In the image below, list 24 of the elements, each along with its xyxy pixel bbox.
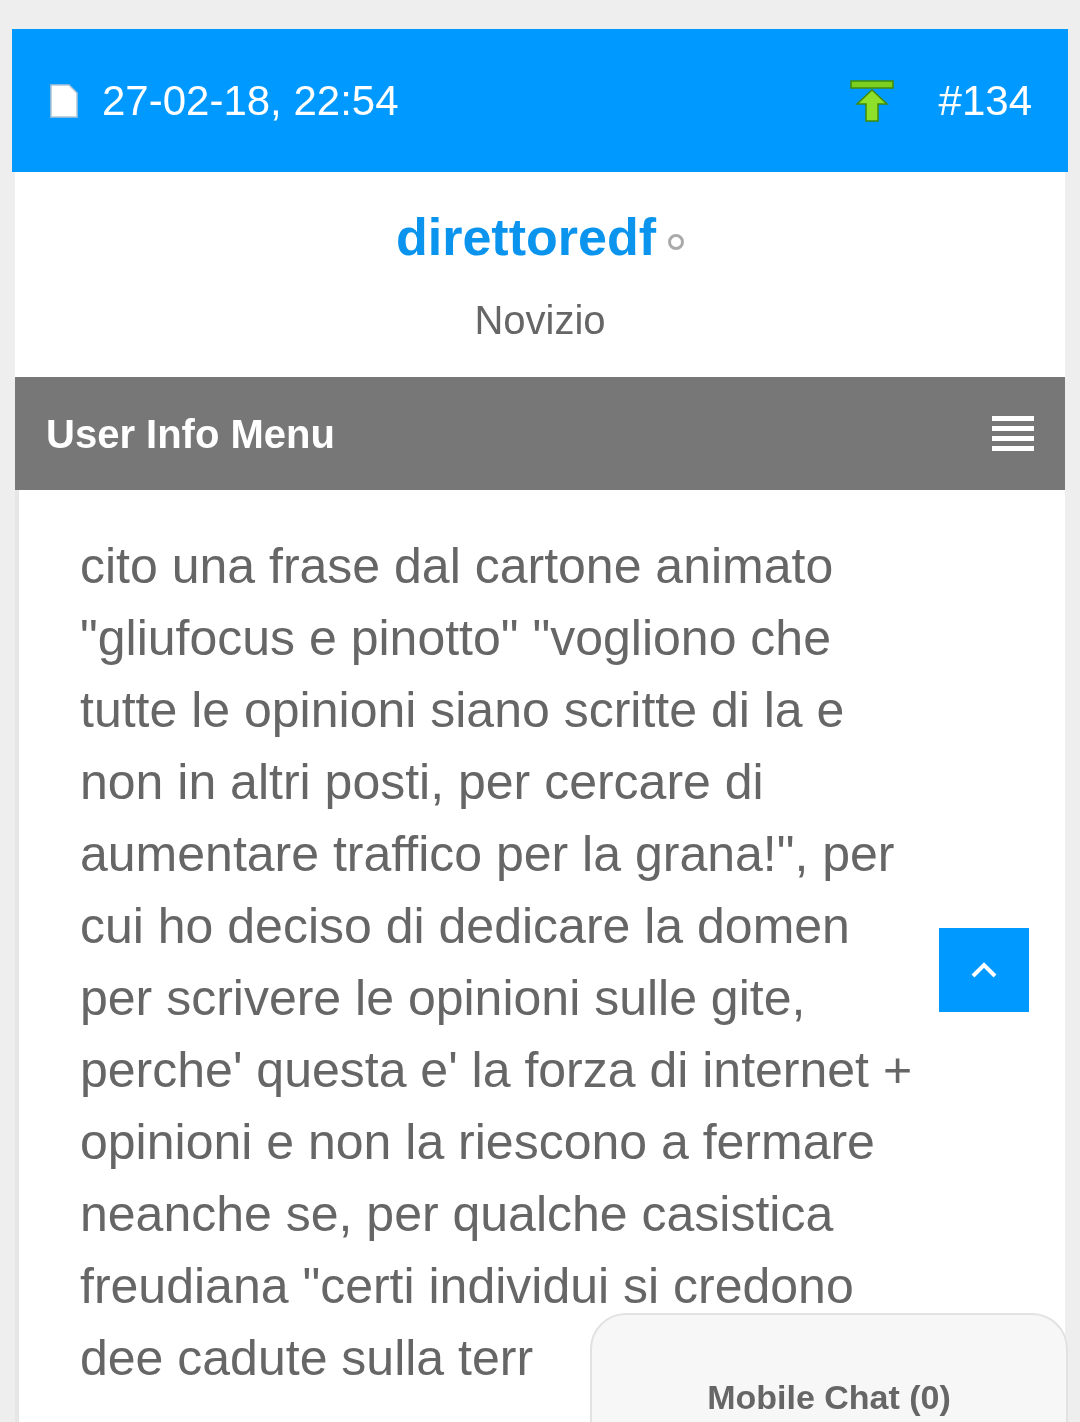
- post-number[interactable]: #134: [938, 69, 1032, 132]
- post-text-line: cito una frase dal cartone animato: [80, 537, 834, 596]
- post-text-line: dee cadute sulla terr: [80, 1329, 534, 1388]
- post-text-line: freudiana "certi individui si credono: [80, 1257, 854, 1316]
- menu-title: User Info Menu: [46, 410, 335, 458]
- post-text-line: non in altri posti, per cercare di: [80, 753, 764, 812]
- post-text-line: opinioni e non la riescono a fermare: [80, 1113, 875, 1172]
- post-text-line: "gliufocus e pinotto" "vogliono che: [80, 609, 831, 668]
- menu-icon[interactable]: [992, 415, 1034, 452]
- chevron-up-icon: [970, 961, 998, 979]
- user-info-menu-bar[interactable]: User Info Menu: [15, 377, 1065, 490]
- post-text-line: cui ho deciso di dedicare la domen: [80, 897, 850, 956]
- post-date: 27-02-18, 22:54: [102, 76, 399, 126]
- chat-label: Mobile Chat (0): [707, 1377, 951, 1418]
- post-text-line: per scrivere le opinioni sulle gite,: [80, 969, 806, 1028]
- document-icon: [48, 82, 80, 119]
- post-text-line: tutte le opinioni siano scritte di la e: [80, 681, 845, 740]
- chat-panel[interactable]: Mobile Chat (0): [590, 1313, 1068, 1422]
- post-text-line: aumentare traffico per la grana!", per: [80, 825, 895, 884]
- post-text-line: perche' questa e' la forza di internet +: [80, 1041, 913, 1100]
- username-link[interactable]: direttoredf: [396, 198, 656, 276]
- user-rank: Novizio: [474, 297, 606, 344]
- post-text-line: neanche se, per qualche casistica: [80, 1185, 834, 1244]
- arrow-up-icon: [848, 77, 895, 124]
